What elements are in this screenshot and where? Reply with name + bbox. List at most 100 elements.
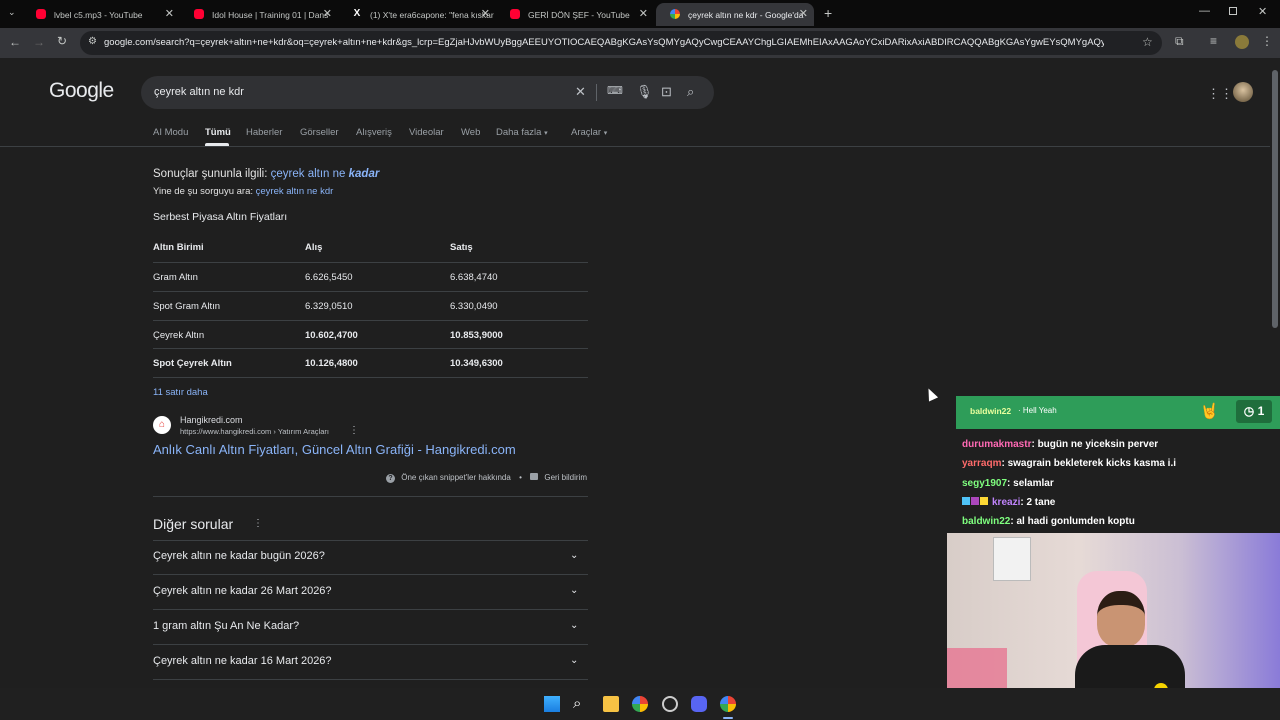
- question-item[interactable]: Çeyrek altın ne kadar 26 Mart 2026?: [153, 585, 332, 597]
- menu-icon[interactable]: ⋮: [1261, 34, 1273, 48]
- close-icon[interactable]: ✕: [481, 7, 490, 20]
- badge-icon: [962, 497, 970, 505]
- table-cell: 6.638,4740: [450, 272, 498, 283]
- close-icon[interactable]: ✕: [639, 7, 648, 20]
- account-avatar[interactable]: [1233, 82, 1253, 102]
- tab-news[interactable]: Haberler: [246, 127, 282, 138]
- table-cell: Çeyrek Altın: [153, 330, 205, 341]
- site-info-icon[interactable]: ⚙: [88, 36, 97, 47]
- browser-tab-5[interactable]: çeyrek altın ne kdr - Google'da ✕: [656, 3, 814, 26]
- table-header: Alış: [305, 242, 323, 253]
- feedback-icon: [530, 473, 539, 480]
- chat-text: : bugün ne yiceksin perver: [1031, 439, 1159, 450]
- close-window-icon[interactable]: ✕: [1258, 5, 1267, 18]
- question-item[interactable]: Çeyrek altın ne kadar 16 Mart 2026?: [153, 655, 332, 667]
- streamer-body: [1075, 645, 1185, 688]
- clear-icon[interactable]: ✕: [575, 84, 586, 100]
- tab-ai-mode[interactable]: AI Modu: [153, 127, 188, 138]
- address-bar[interactable]: ⚙ google.com/search?q=çeyrek+altın+ne+kd…: [80, 31, 1162, 55]
- chevron-down-icon[interactable]: ⌄: [570, 550, 578, 561]
- close-icon[interactable]: ✕: [799, 7, 808, 20]
- microphone-icon[interactable]: 🎙: [636, 84, 653, 100]
- discord-icon[interactable]: [691, 696, 707, 712]
- apps-grid-icon[interactable]: ⋮⋮: [1207, 86, 1233, 102]
- table-cell: Spot Çeyrek Altın: [153, 358, 232, 369]
- chat-text: : selamlar: [1007, 478, 1054, 489]
- chat-message: segy1907: selamlar: [962, 478, 1054, 489]
- corrected-query-link[interactable]: çeyrek altın ne kadar: [271, 168, 380, 180]
- tab-more[interactable]: Daha fazla ▾: [496, 127, 548, 138]
- result-title-link[interactable]: Anlık Canlı Altın Fiyatları, Güncel Altı…: [153, 442, 516, 457]
- tab-images[interactable]: Görseller: [300, 127, 339, 138]
- keyboard-icon[interactable]: ⌨: [607, 84, 623, 97]
- tab-videos[interactable]: Videolar: [409, 127, 444, 138]
- table-cell: 6.626,5450: [305, 272, 353, 283]
- close-icon[interactable]: ✕: [165, 7, 174, 20]
- back-icon[interactable]: ←: [9, 35, 21, 49]
- more-options-icon[interactable]: ⋮: [349, 425, 359, 436]
- app-icon[interactable]: [662, 696, 678, 712]
- caret-down-icon: ▾: [544, 130, 548, 137]
- question-item[interactable]: Çeyrek altın ne kadar bugün 2026?: [153, 550, 325, 562]
- question-divider: [153, 644, 588, 645]
- tab-title: GERİ DÖN ŞEF - YouTube: [528, 9, 630, 20]
- other-questions-title: Diğer sorular: [153, 516, 234, 532]
- restore-icon[interactable]: [1229, 7, 1237, 15]
- source-url[interactable]: https://www.hangikredi.com › Yatırım Ara…: [180, 427, 329, 436]
- chevron-down-icon[interactable]: ⌄: [570, 585, 578, 596]
- header-divider: [0, 146, 1270, 147]
- browser-tab-1[interactable]: lvbel c5.mp3 - YouTube ✕: [22, 3, 180, 26]
- table-cell: 10.126,4800: [305, 358, 358, 369]
- youtube-icon: [510, 9, 520, 19]
- youtube-icon: [194, 9, 204, 19]
- table-header: Altın Birimi: [153, 242, 204, 253]
- forward-icon[interactable]: →: [33, 35, 45, 49]
- taskbar: ⌕: [0, 688, 1280, 720]
- reload-icon[interactable]: ↻: [57, 34, 67, 48]
- about-snippets-link[interactable]: Öne çıkan snippet'ler hakkında: [401, 473, 511, 482]
- lens-icon[interactable]: ⊡: [661, 84, 672, 100]
- close-icon[interactable]: ✕: [323, 7, 332, 20]
- search-input[interactable]: çeyrek altın ne kdr: [154, 86, 244, 98]
- tab-web[interactable]: Web: [461, 127, 480, 138]
- tab-search-icon[interactable]: ⌄: [8, 7, 16, 18]
- chrome-icon[interactable]: [720, 696, 736, 712]
- snippet-title: Serbest Piyasa Altın Fiyatları: [153, 211, 288, 223]
- showing-results-for: Sonuçlar şununla ilgili: çeyrek altın ne…: [153, 168, 379, 180]
- original-query-link[interactable]: çeyrek altın ne kdr: [256, 186, 334, 197]
- more-rows-link[interactable]: 11 satır daha: [153, 387, 208, 398]
- browser-tab-2[interactable]: Idol House | Training 01 | Dans ✕: [180, 3, 338, 26]
- google-logo[interactable]: Google: [49, 79, 114, 103]
- search-icon[interactable]: ⌕: [573, 696, 589, 712]
- scrollbar-thumb[interactable]: [1272, 70, 1278, 328]
- search-box[interactable]: çeyrek altın ne kdr ✕ ⌨ 🎙 ⊡ ⌕: [141, 76, 714, 109]
- media-controls-icon[interactable]: ≡: [1210, 34, 1217, 48]
- browser-tab-3[interactable]: X (1) X'te era6capone: "fena kıskar ✕: [338, 3, 496, 26]
- file-explorer-icon[interactable]: [603, 696, 619, 712]
- question-divider: [153, 679, 588, 680]
- table-cell: 6.330,0490: [450, 301, 498, 312]
- chevron-down-icon[interactable]: ⌄: [570, 655, 578, 666]
- search-icon[interactable]: ⌕: [687, 84, 694, 100]
- feedback-link[interactable]: Geri bildirim: [544, 473, 587, 482]
- question-item[interactable]: 1 gram altın Şu An Ne Kadar?: [153, 620, 299, 632]
- windows-start-icon[interactable]: [544, 696, 560, 712]
- chrome-icon[interactable]: [632, 696, 648, 712]
- bookmark-star-icon[interactable]: ☆: [1142, 35, 1153, 49]
- browser-tab-4[interactable]: GERİ DÖN ŞEF - YouTube ✕: [496, 3, 654, 26]
- new-tab-icon[interactable]: +: [824, 5, 832, 21]
- extensions-icon[interactable]: ⧉: [1175, 34, 1184, 49]
- table-cell: Gram Altın: [153, 272, 198, 283]
- tab-tools[interactable]: Araçlar ▾: [571, 127, 607, 138]
- tab-shopping[interactable]: Alışveriş: [356, 127, 392, 138]
- chat-user: segy1907: [962, 478, 1008, 489]
- mouse-cursor: [923, 386, 939, 402]
- minimize-icon[interactable]: —: [1199, 5, 1210, 17]
- more-options-icon[interactable]: ⋮: [253, 518, 263, 529]
- table-divider: [153, 348, 588, 349]
- tab-all[interactable]: Tümü: [205, 127, 231, 138]
- tab-title: çeyrek altın ne kdr - Google'da: [688, 9, 804, 20]
- chevron-down-icon[interactable]: ⌄: [570, 620, 578, 631]
- profile-avatar[interactable]: [1235, 35, 1249, 49]
- source-name[interactable]: Hangikredi.com: [180, 415, 243, 425]
